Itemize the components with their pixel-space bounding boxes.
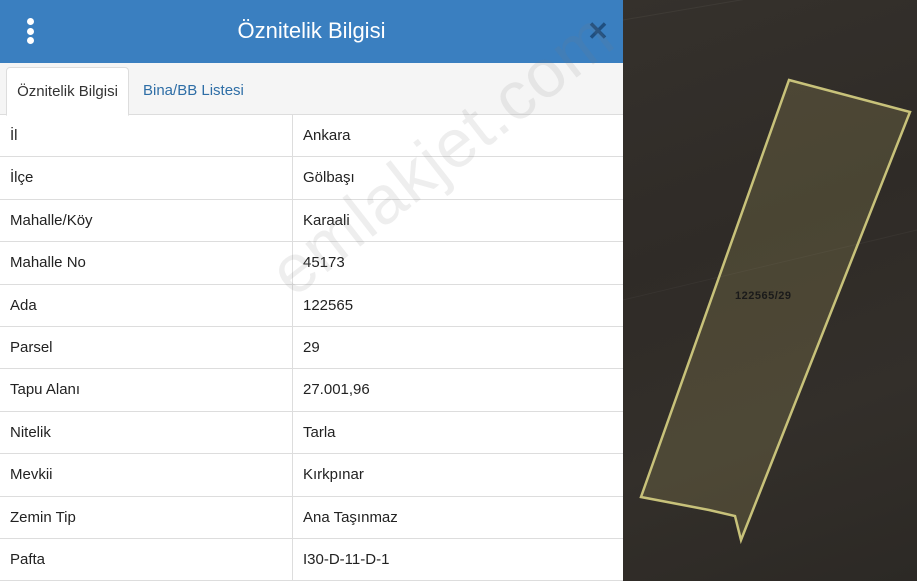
tab-attribute-info[interactable]: Öznitelik Bilgisi [6,67,129,116]
row-key: Pafta [0,538,293,581]
table-row: İl Ankara [0,115,623,158]
table-row: Parsel 29 [0,326,623,370]
row-key: Parsel [0,326,293,369]
table-row: Mahalle No 45173 [0,242,623,285]
row-value: 29 [303,338,320,356]
row-key: İlçe [0,157,293,199]
row-value: I30-D-11-D-1 [303,550,390,568]
attribute-panel: Öznitelik Bilgisi ✕ Öznitelik Bilgisi Bi… [0,0,623,581]
panel-title: Öznitelik Bilgisi [237,18,386,43]
row-value: 27.001,96 [303,381,370,399]
tab-building-list[interactable]: Bina/BB Listesi [133,67,254,116]
table-row: Nitelik Tarla [0,411,623,455]
panel-header: Öznitelik Bilgisi ✕ [0,0,623,63]
table-row: Mahalle/Köy Karaali [0,199,623,243]
row-value: Kırkpınar [303,466,364,484]
attribute-table: İl Ankara İlçe Gölbaşı Mahalle/Köy Karaa… [0,115,623,581]
row-value: Ankara [303,127,351,144]
satellite-map[interactable]: 122565/29 [623,0,917,581]
table-row: Tapu Alanı 27.001,96 [0,369,623,412]
row-value: Gölbaşı [303,169,355,187]
row-key: Mahalle No [0,242,293,284]
row-value: 45173 [303,254,345,272]
table-row: Ada 122565 [0,284,623,327]
row-key: Tapu Alanı [0,369,293,411]
row-key: Mahalle/Köy [0,199,293,242]
table-row: İlçe Gölbaşı [0,157,623,200]
table-row: Mevkii Kırkpınar [0,454,623,497]
close-icon[interactable]: ✕ [586,18,610,44]
table-row: Pafta I30-D-11-D-1 [0,538,623,581]
row-key: İl [0,115,293,157]
tab-bar: Öznitelik Bilgisi Bina/BB Listesi [0,63,623,116]
row-key: Ada [0,284,293,326]
row-key: Nitelik [0,411,293,454]
row-key: Zemin Tip [0,496,293,538]
row-value: 122565 [303,296,354,314]
row-key: Mevkii [0,454,293,496]
parcel-label: 122565/29 [735,290,792,302]
row-value: Karaali [303,211,350,229]
parcel-polygon[interactable] [639,78,912,545]
row-value: Ana Taşınmaz [303,508,398,526]
table-row: Zemin Tip Ana Taşınmaz [0,496,623,539]
row-value: Tarla [303,423,336,441]
